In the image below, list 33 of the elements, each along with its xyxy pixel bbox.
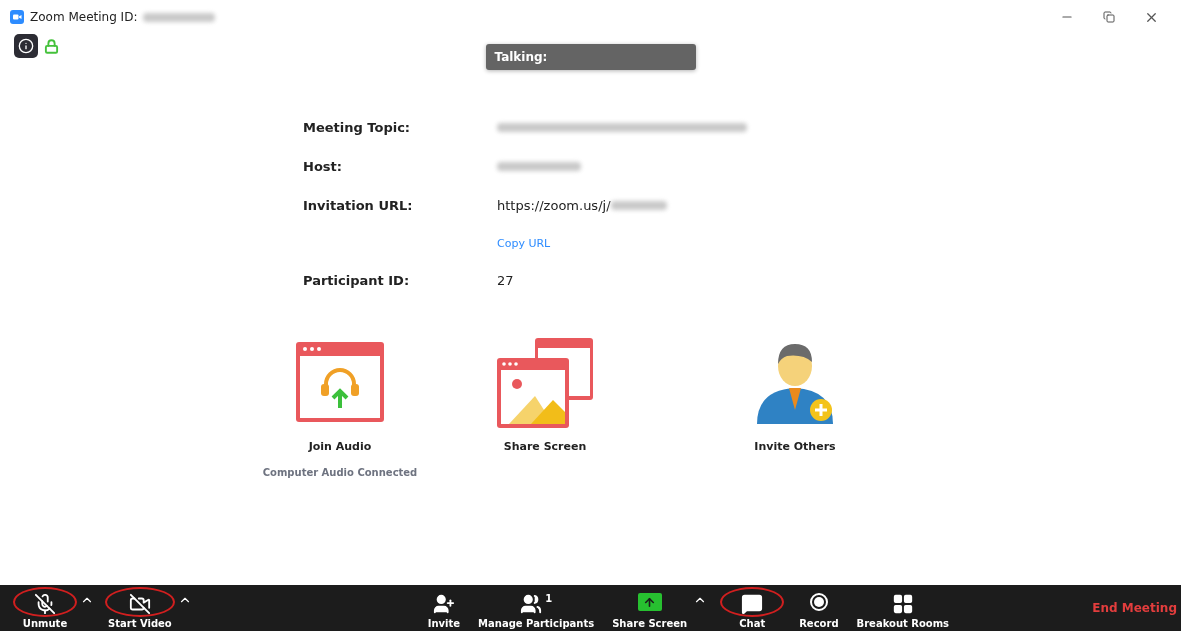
audio-status: Computer Audio Connected (262, 467, 418, 478)
talking-indicator: Talking: (485, 44, 696, 70)
info-icon[interactable] (14, 34, 38, 58)
toolbar-button[interactable]: 1 Manage Participants (474, 587, 599, 629)
camera-logo-icon (10, 10, 24, 24)
info-value: https://zoom.us/j/ (497, 198, 611, 213)
toolbar-button[interactable]: Start Video (104, 587, 176, 629)
muted-microphone-icon (34, 593, 56, 615)
info-label: Meeting Topic: (303, 119, 412, 137)
people-icon (520, 593, 543, 615)
action-label[interactable]: Join Audio (308, 440, 372, 453)
toolbar-button[interactable]: Breakout Rooms (852, 587, 954, 629)
action-label[interactable]: Share Screen (503, 440, 587, 453)
toolbar-button[interactable]: Share Screen (608, 587, 692, 629)
window-title: Zoom Meeting ID: (30, 10, 138, 24)
grid-icon (891, 593, 914, 615)
toolbar-button[interactable]: Record (795, 587, 843, 629)
info-value: 27 (497, 273, 514, 288)
copy-url-link[interactable]: Copy URL (497, 225, 551, 261)
toolbar-button[interactable]: Unmute (12, 587, 78, 629)
camera-off-icon (128, 593, 151, 615)
chat-bubble-icon (741, 593, 764, 615)
add-person-icon (432, 593, 455, 615)
action-label[interactable]: Invite Others (754, 440, 836, 453)
share-screen-icon (637, 593, 662, 611)
participant-count: 1 (545, 593, 553, 604)
info-label: Invitation URL: (303, 197, 414, 215)
info-label: Participant ID: (303, 272, 411, 290)
toolbar-button[interactable]: Invite (423, 587, 465, 629)
toolbar-button[interactable]: Chat (719, 587, 786, 629)
record-icon (809, 593, 828, 611)
end-meeting-button[interactable]: End Meeting (1088, 601, 1181, 615)
info-label: Host: (303, 158, 343, 176)
